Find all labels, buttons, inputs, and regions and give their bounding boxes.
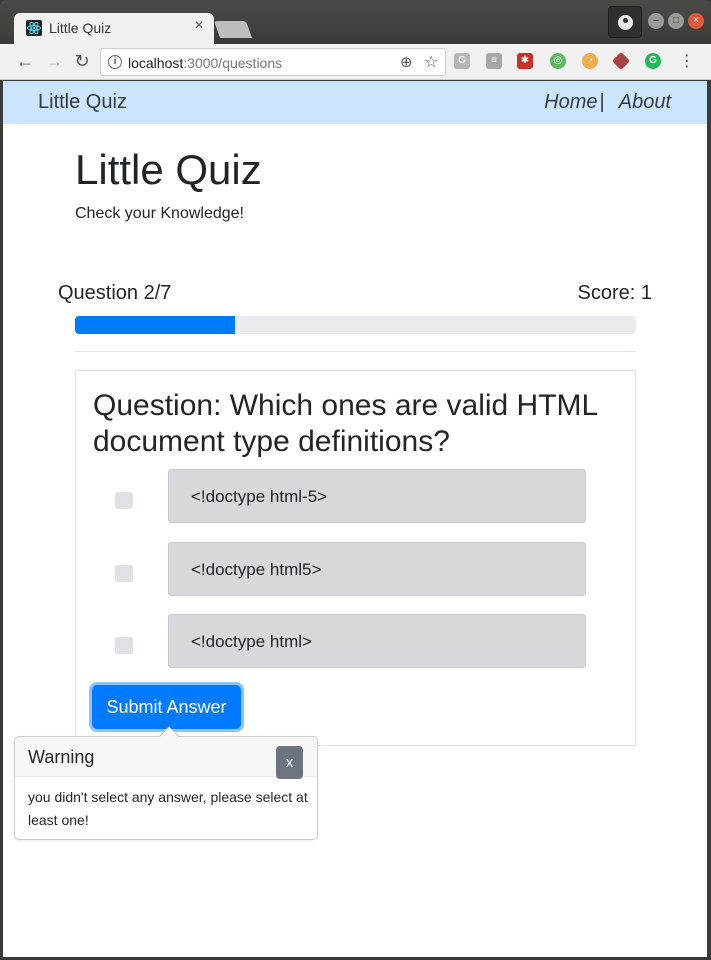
navbar-links: Home | About <box>544 91 671 114</box>
nav-link-home[interactable]: Home <box>544 91 597 113</box>
navbar-brand[interactable]: Little Quiz <box>38 91 127 114</box>
new-tab-button[interactable] <box>213 21 253 38</box>
answer-checkbox[interactable] <box>115 492 133 509</box>
kebab-menu-icon[interactable]: ⋮ <box>679 51 695 71</box>
divider <box>75 351 636 352</box>
popover-title: Warning <box>28 747 95 767</box>
close-window-button[interactable]: × <box>688 13 704 29</box>
answer-button[interactable]: <!doctype html5> <box>168 542 586 596</box>
quiz-progress <box>75 316 636 334</box>
answer-button[interactable]: <!doctype html-5> <box>168 469 586 523</box>
score-display: Score: 1 <box>577 282 652 304</box>
warning-popover: Warning x you didn't select any answer, … <box>14 726 318 840</box>
page-viewport: Little Quiz Home | About Little Quiz Check… <box>3 81 707 957</box>
tab-close-button[interactable]: × <box>190 17 208 35</box>
info-icon[interactable]: i <box>108 55 122 69</box>
forward-arrow-icon[interactable]: → <box>43 50 65 72</box>
answer-option: <!doctype html5> <box>76 542 637 596</box>
url-text: localhost:3000/questions <box>128 55 283 71</box>
tab-title: Little Quiz <box>49 20 112 36</box>
address-bar[interactable]: i localhost:3000/questions ⊕ ☆ <box>100 48 446 76</box>
profile-button[interactable] <box>608 6 642 38</box>
minimize-button[interactable]: – <box>648 13 664 29</box>
reload-icon[interactable]: ↻ <box>71 50 93 72</box>
profile-icon <box>618 15 633 30</box>
question-counter: Question 2/7 <box>58 282 172 304</box>
question-card: Question: Which ones are valid HTML docu… <box>75 370 636 746</box>
page-title: Little Quiz <box>75 146 262 193</box>
nav-separator: | <box>599 91 605 113</box>
extension-reader-icon[interactable]: ≡ <box>486 53 502 69</box>
back-arrow-icon[interactable]: ← <box>14 50 36 72</box>
extension-g-icon[interactable]: G <box>454 53 470 69</box>
app-navbar: Little Quiz Home | About <box>3 81 707 124</box>
browser-toolbar: ← → ↻ i localhost:3000/questions ⊕ ☆ G ≡… <box>0 44 711 80</box>
submit-answer-button[interactable]: Submit Answer <box>92 685 241 729</box>
tab-strip: Little Quiz × – □ × <box>0 0 711 45</box>
react-icon <box>26 20 42 36</box>
browser-window: Little Quiz × – □ × ← → ↻ i localhost:30… <box>0 0 711 960</box>
bookmark-star-icon[interactable]: ☆ <box>424 52 438 72</box>
extension-compass-icon[interactable]: ◔ <box>582 53 598 69</box>
zoom-icon[interactable]: ⊕ <box>400 53 413 71</box>
page-subtitle: Check your Knowledge! <box>75 205 244 222</box>
answer-option: <!doctype html-5> <box>76 469 637 523</box>
nav-link-about[interactable]: About <box>619 91 671 113</box>
extension-target-icon[interactable]: ◎ <box>550 53 566 69</box>
popover-close-button[interactable]: x <box>276 746 303 779</box>
extension-puzzle-icon[interactable]: ✱ <box>517 53 533 69</box>
answer-checkbox[interactable] <box>115 637 133 654</box>
extension-diamond-icon[interactable] <box>611 51 631 71</box>
answer-button[interactable]: <!doctype html> <box>168 614 586 668</box>
popover-header: Warning x <box>15 737 317 779</box>
question-text: Question: Which ones are valid HTML docu… <box>93 389 598 458</box>
answer-checkbox[interactable] <box>115 565 133 582</box>
popover-message: you didn't select any answer, please sel… <box>28 789 308 828</box>
progress-bar-fill <box>75 316 236 334</box>
maximize-button[interactable]: □ <box>668 13 684 29</box>
grammarly-icon[interactable]: G <box>645 53 661 69</box>
browser-tab[interactable]: Little Quiz × <box>14 13 214 45</box>
answer-option: <!doctype html> <box>76 614 637 668</box>
